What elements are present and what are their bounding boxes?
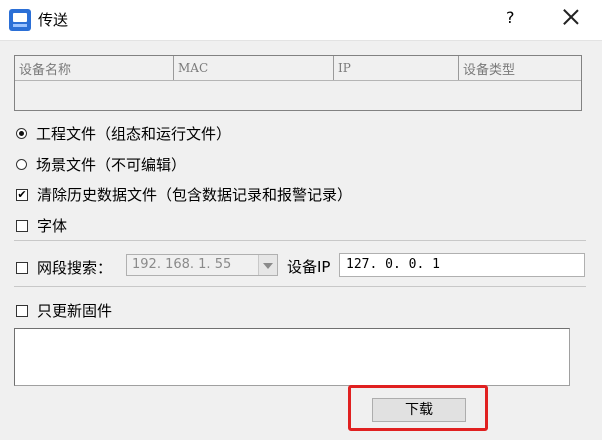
download-button[interactable]: 下载: [372, 398, 466, 422]
checkbox-icon[interactable]: [16, 261, 28, 274]
device-ip-input[interactable]: 127. 0. 0. 1: [339, 253, 585, 277]
title-bar: 传送 ?: [0, 0, 602, 41]
font-label: 字体: [37, 217, 68, 235]
segment-search-option[interactable]: 网段搜索：: [16, 257, 112, 278]
project-file-option[interactable]: 工程文件（组态和运行文件）: [16, 123, 231, 144]
update-firmware-option[interactable]: 只更新固件: [16, 300, 112, 321]
segment-value: 192. 168. 1. 55: [132, 257, 232, 272]
segment-search-label: 网段搜索：: [37, 259, 113, 277]
column-mac[interactable]: MAC: [174, 56, 334, 80]
column-device-type[interactable]: 设备类型: [459, 56, 581, 80]
project-file-label: 工程文件（组态和运行文件）: [36, 125, 232, 143]
segment-combobox[interactable]: 192. 168. 1. 55: [126, 254, 278, 276]
checkbox-icon[interactable]: [16, 219, 28, 232]
help-button[interactable]: ?: [506, 8, 515, 27]
window-title: 传送: [38, 11, 69, 29]
device-table[interactable]: 设备名称 MAC IP 设备类型: [14, 55, 582, 111]
table-header: 设备名称 MAC IP 设备类型: [15, 56, 581, 81]
font-option[interactable]: 字体: [16, 215, 67, 236]
checkbox-icon[interactable]: [16, 304, 28, 317]
device-ip-label: 设备IP: [287, 258, 331, 276]
radio-icon[interactable]: [16, 128, 27, 139]
divider: [14, 286, 586, 287]
column-ip[interactable]: IP: [334, 56, 459, 80]
column-device-name[interactable]: 设备名称: [15, 56, 174, 80]
scene-file-label: 场景文件（不可编辑）: [36, 156, 187, 174]
scene-file-option[interactable]: 场景文件（不可编辑）: [16, 154, 186, 175]
chevron-down-icon[interactable]: [258, 255, 277, 275]
radio-icon[interactable]: [16, 159, 27, 170]
clear-history-option[interactable]: ✔ 清除历史数据文件（包含数据记录和报警记录）: [16, 184, 352, 205]
checkbox-checked-icon[interactable]: ✔: [16, 188, 28, 201]
app-icon: [9, 9, 31, 31]
divider: [14, 240, 586, 241]
close-icon[interactable]: [560, 6, 582, 28]
update-firmware-label: 只更新固件: [37, 302, 113, 320]
log-output-box: [14, 328, 570, 386]
clear-history-label: 清除历史数据文件（包含数据记录和报警记录）: [37, 186, 353, 204]
